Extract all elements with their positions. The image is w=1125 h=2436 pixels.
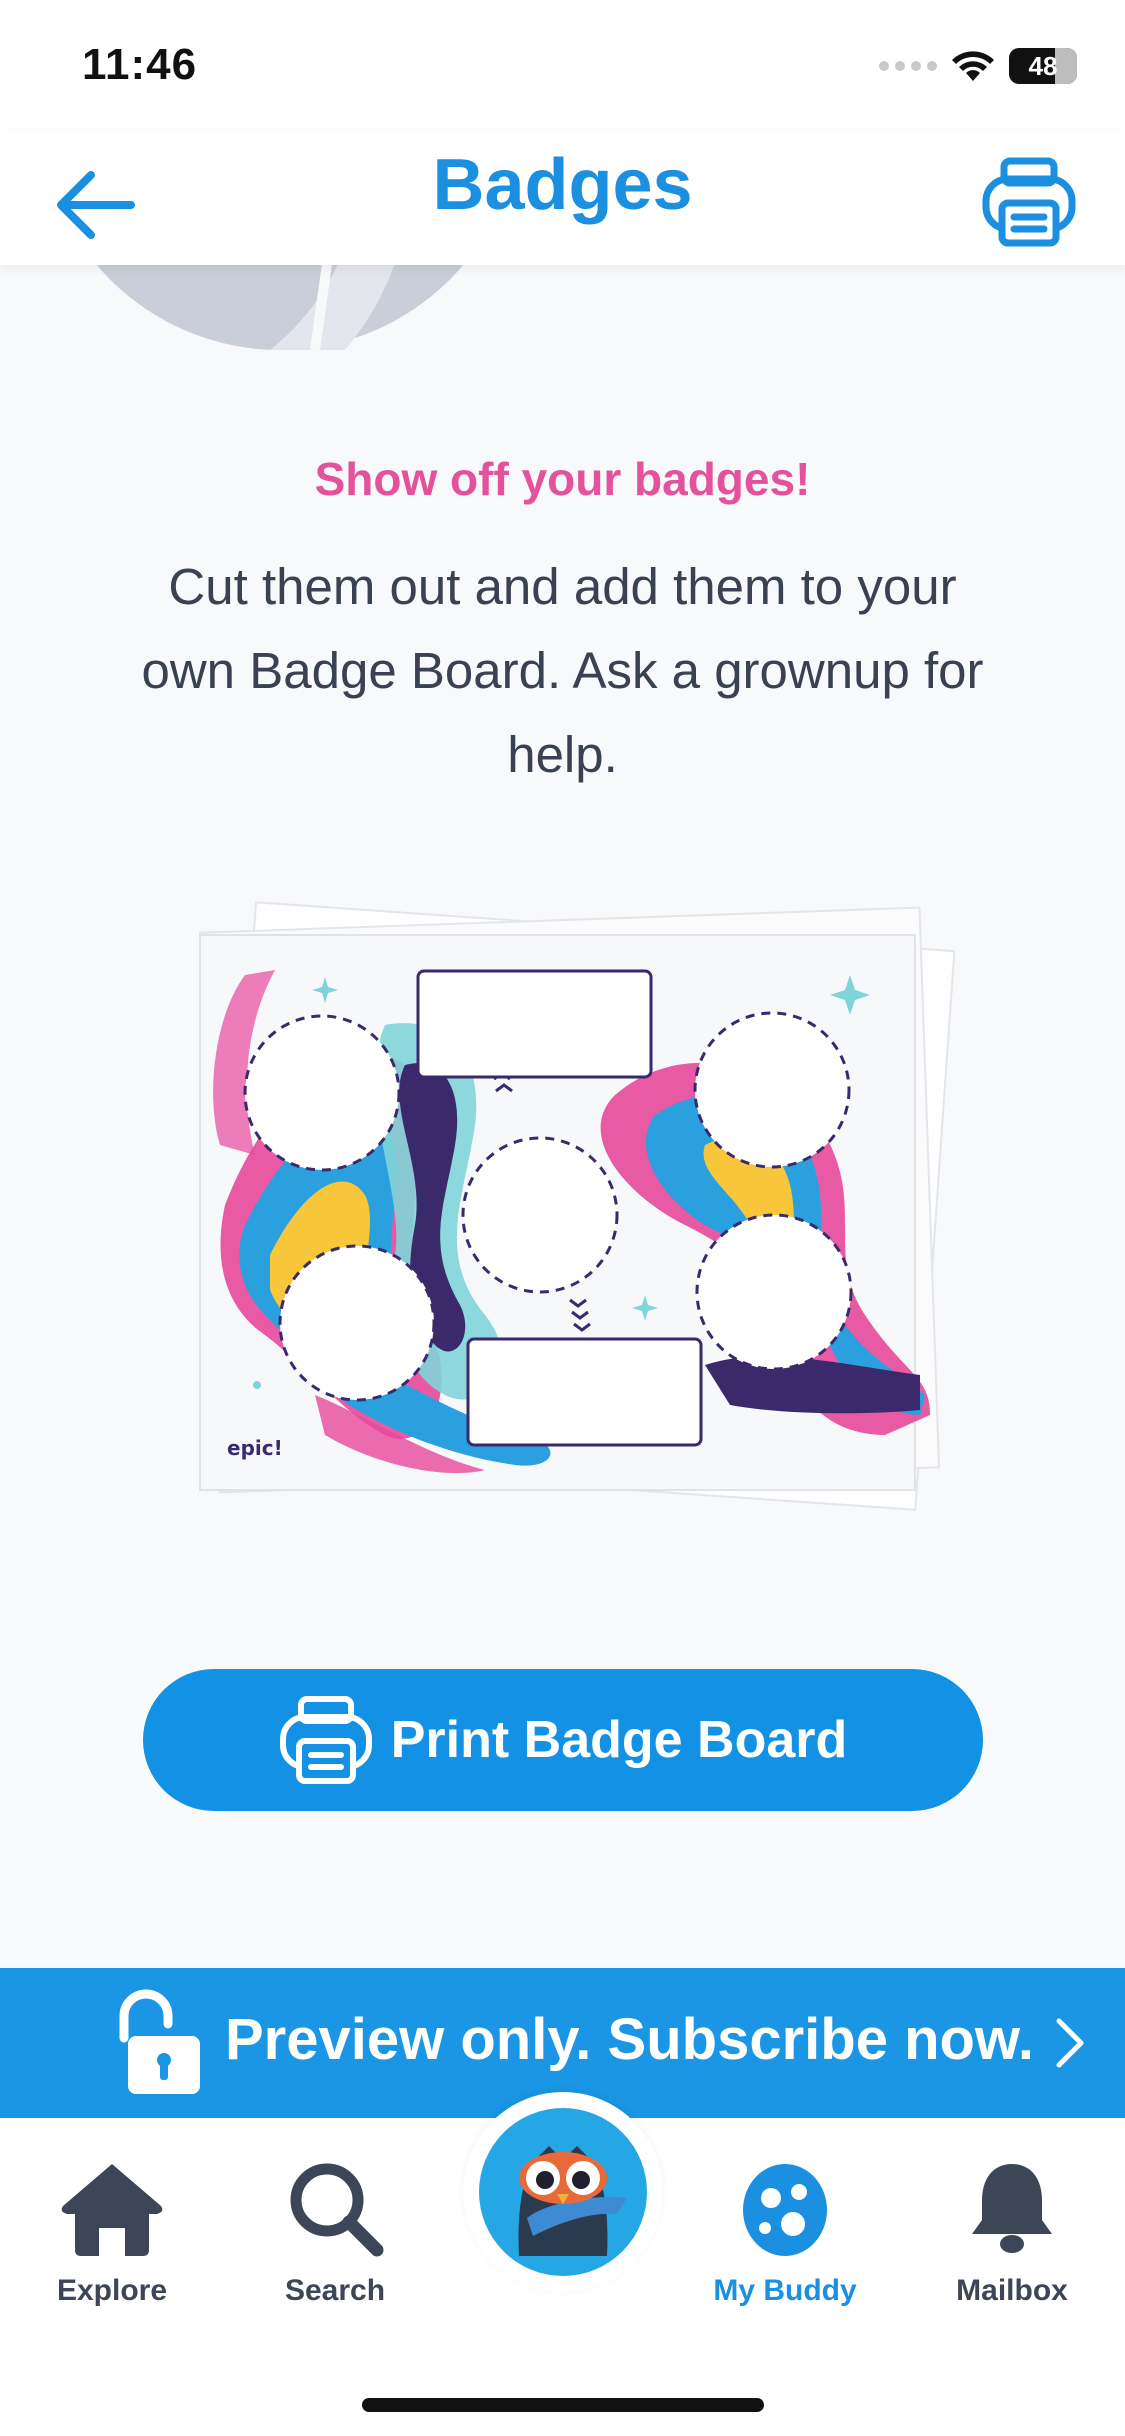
bell-icon xyxy=(972,2164,1052,2253)
tab-my-buddy[interactable]: My Buddy xyxy=(690,2158,880,2308)
subscribe-text: Preview only. Subscribe now. xyxy=(225,2007,1034,2072)
tab-label-mailbox: Mailbox xyxy=(956,2274,1068,2307)
badge-description: Cut them out and add them to your own Ba… xyxy=(141,558,984,783)
cellular-signal-icon xyxy=(879,61,937,71)
badge-subtitle: Show off your badges! xyxy=(314,453,811,505)
printer-icon xyxy=(279,1696,372,1784)
printer-icon xyxy=(982,157,1076,247)
home-icon xyxy=(61,2164,163,2256)
tab-label-explore: Explore xyxy=(56,2274,168,2307)
wifi-icon xyxy=(952,51,994,81)
print-button-label: Print Badge Board xyxy=(390,1711,848,1769)
page-title: Badges xyxy=(432,145,693,225)
battery-level: 48 xyxy=(1028,50,1058,81)
status-indicators: 48 xyxy=(879,48,1077,84)
tab-label-search: Search xyxy=(284,2274,386,2307)
badge-board-illustration: epic! xyxy=(185,895,956,1535)
status-time: 11:46 xyxy=(82,40,198,89)
home-indicator xyxy=(362,2398,764,2412)
tab-search[interactable]: Search xyxy=(240,2158,430,2308)
search-icon xyxy=(290,2163,384,2257)
tab-explore[interactable]: Explore xyxy=(17,2158,207,2308)
print-header-button[interactable] xyxy=(979,152,1079,252)
print-badge-board-button[interactable]: Print Badge Board xyxy=(143,1669,983,1811)
header-bar: Badges xyxy=(0,130,1125,265)
egg-icon xyxy=(743,2164,827,2256)
battery-icon: 48 xyxy=(1009,48,1077,84)
tab-mailbox[interactable]: Mailbox xyxy=(917,2158,1107,2308)
owl-buddy-icon xyxy=(479,2108,647,2276)
status-bar: 11:46 48 xyxy=(0,0,1125,130)
tab-label-my-buddy: My Buddy xyxy=(713,2274,857,2307)
buddy-avatar-button[interactable] xyxy=(463,2092,663,2292)
unlock-icon xyxy=(119,1989,200,2094)
epic-logo: epic! xyxy=(227,1436,283,1460)
chevron-right-icon xyxy=(1056,2018,1084,2068)
